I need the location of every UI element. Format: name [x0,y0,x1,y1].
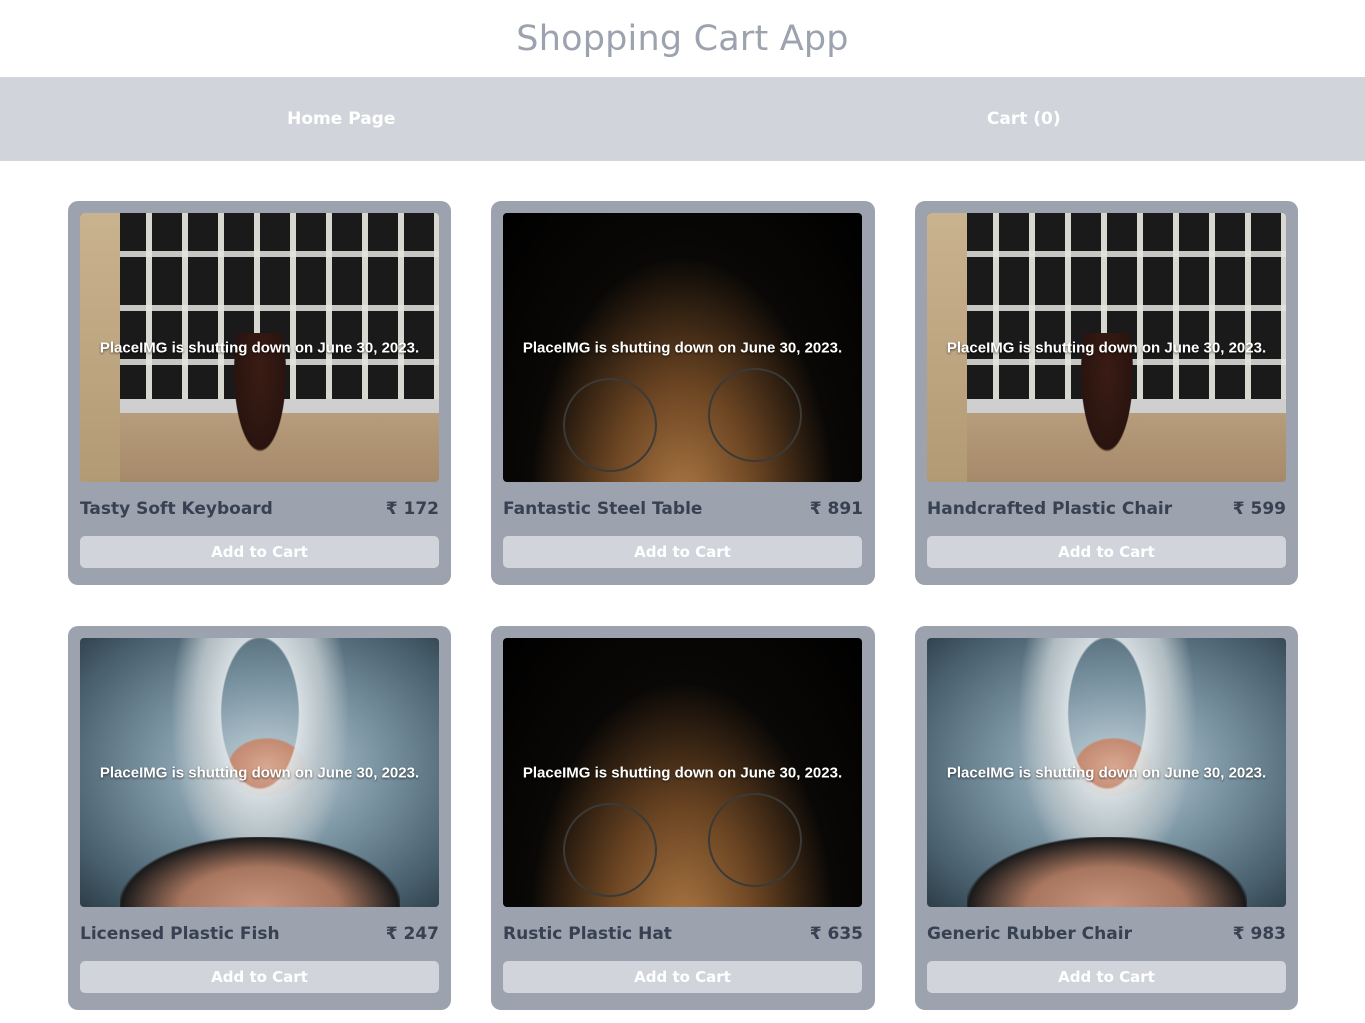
navbar: Home Page Cart (0) [0,77,1365,161]
product-name: Rustic Plastic Hat [503,924,672,944]
product-image: PlaceIMG is shutting down on June 30, 20… [503,638,862,907]
add-to-cart-button[interactable]: Add to Cart [503,536,862,568]
product-name: Fantastic Steel Table [503,499,703,519]
add-to-cart-button[interactable]: Add to Cart [80,961,439,993]
product-info: Handcrafted Plastic Chair ₹ 599 [927,497,1286,521]
image-caption: PlaceIMG is shutting down on June 30, 20… [522,339,843,356]
product-price: ₹ 247 [385,924,439,944]
product-image: PlaceIMG is shutting down on June 30, 20… [80,213,439,482]
product-price: ₹ 172 [385,499,439,519]
product-info: Licensed Plastic Fish ₹ 247 [80,922,439,946]
product-image: PlaceIMG is shutting down on June 30, 20… [80,638,439,907]
product-card: PlaceIMG is shutting down on June 30, 20… [491,626,875,1010]
image-caption: PlaceIMG is shutting down on June 30, 20… [522,764,843,781]
add-to-cart-button[interactable]: Add to Cart [80,536,439,568]
nav-home-link[interactable]: Home Page [0,109,683,129]
image-caption: PlaceIMG is shutting down on June 30, 20… [946,764,1267,781]
product-card: PlaceIMG is shutting down on June 30, 20… [68,201,451,585]
product-card: PlaceIMG is shutting down on June 30, 20… [491,201,875,585]
product-image: PlaceIMG is shutting down on June 30, 20… [927,213,1286,482]
product-name: Handcrafted Plastic Chair [927,499,1173,519]
product-name: Generic Rubber Chair [927,924,1132,944]
product-price: ₹ 599 [1232,499,1286,519]
product-image: PlaceIMG is shutting down on June 30, 20… [927,638,1286,907]
image-caption: PlaceIMG is shutting down on June 30, 20… [99,764,420,781]
product-card: PlaceIMG is shutting down on June 30, 20… [915,626,1298,1010]
product-price: ₹ 891 [809,499,863,519]
app-title: Shopping Cart App [516,18,849,59]
image-caption: PlaceIMG is shutting down on June 30, 20… [946,339,1267,356]
add-to-cart-button[interactable]: Add to Cart [927,536,1286,568]
image-caption: PlaceIMG is shutting down on June 30, 20… [99,339,420,356]
product-card: PlaceIMG is shutting down on June 30, 20… [68,626,451,1010]
product-price: ₹ 635 [809,924,863,944]
product-name: Licensed Plastic Fish [80,924,280,944]
add-to-cart-button[interactable]: Add to Cart [927,961,1286,993]
product-info: Generic Rubber Chair ₹ 983 [927,922,1286,946]
product-info: Fantastic Steel Table ₹ 891 [503,497,863,521]
product-image: PlaceIMG is shutting down on June 30, 20… [503,213,862,482]
product-card: PlaceIMG is shutting down on June 30, 20… [915,201,1298,585]
product-name: Tasty Soft Keyboard [80,499,273,519]
product-price: ₹ 983 [1232,924,1286,944]
add-to-cart-button[interactable]: Add to Cart [503,961,862,993]
nav-cart-link[interactable]: Cart (0) [683,109,1365,129]
product-info: Rustic Plastic Hat ₹ 635 [503,922,863,946]
product-info: Tasty Soft Keyboard ₹ 172 [80,497,439,521]
product-grid: PlaceIMG is shutting down on June 30, 20… [68,201,1298,1010]
